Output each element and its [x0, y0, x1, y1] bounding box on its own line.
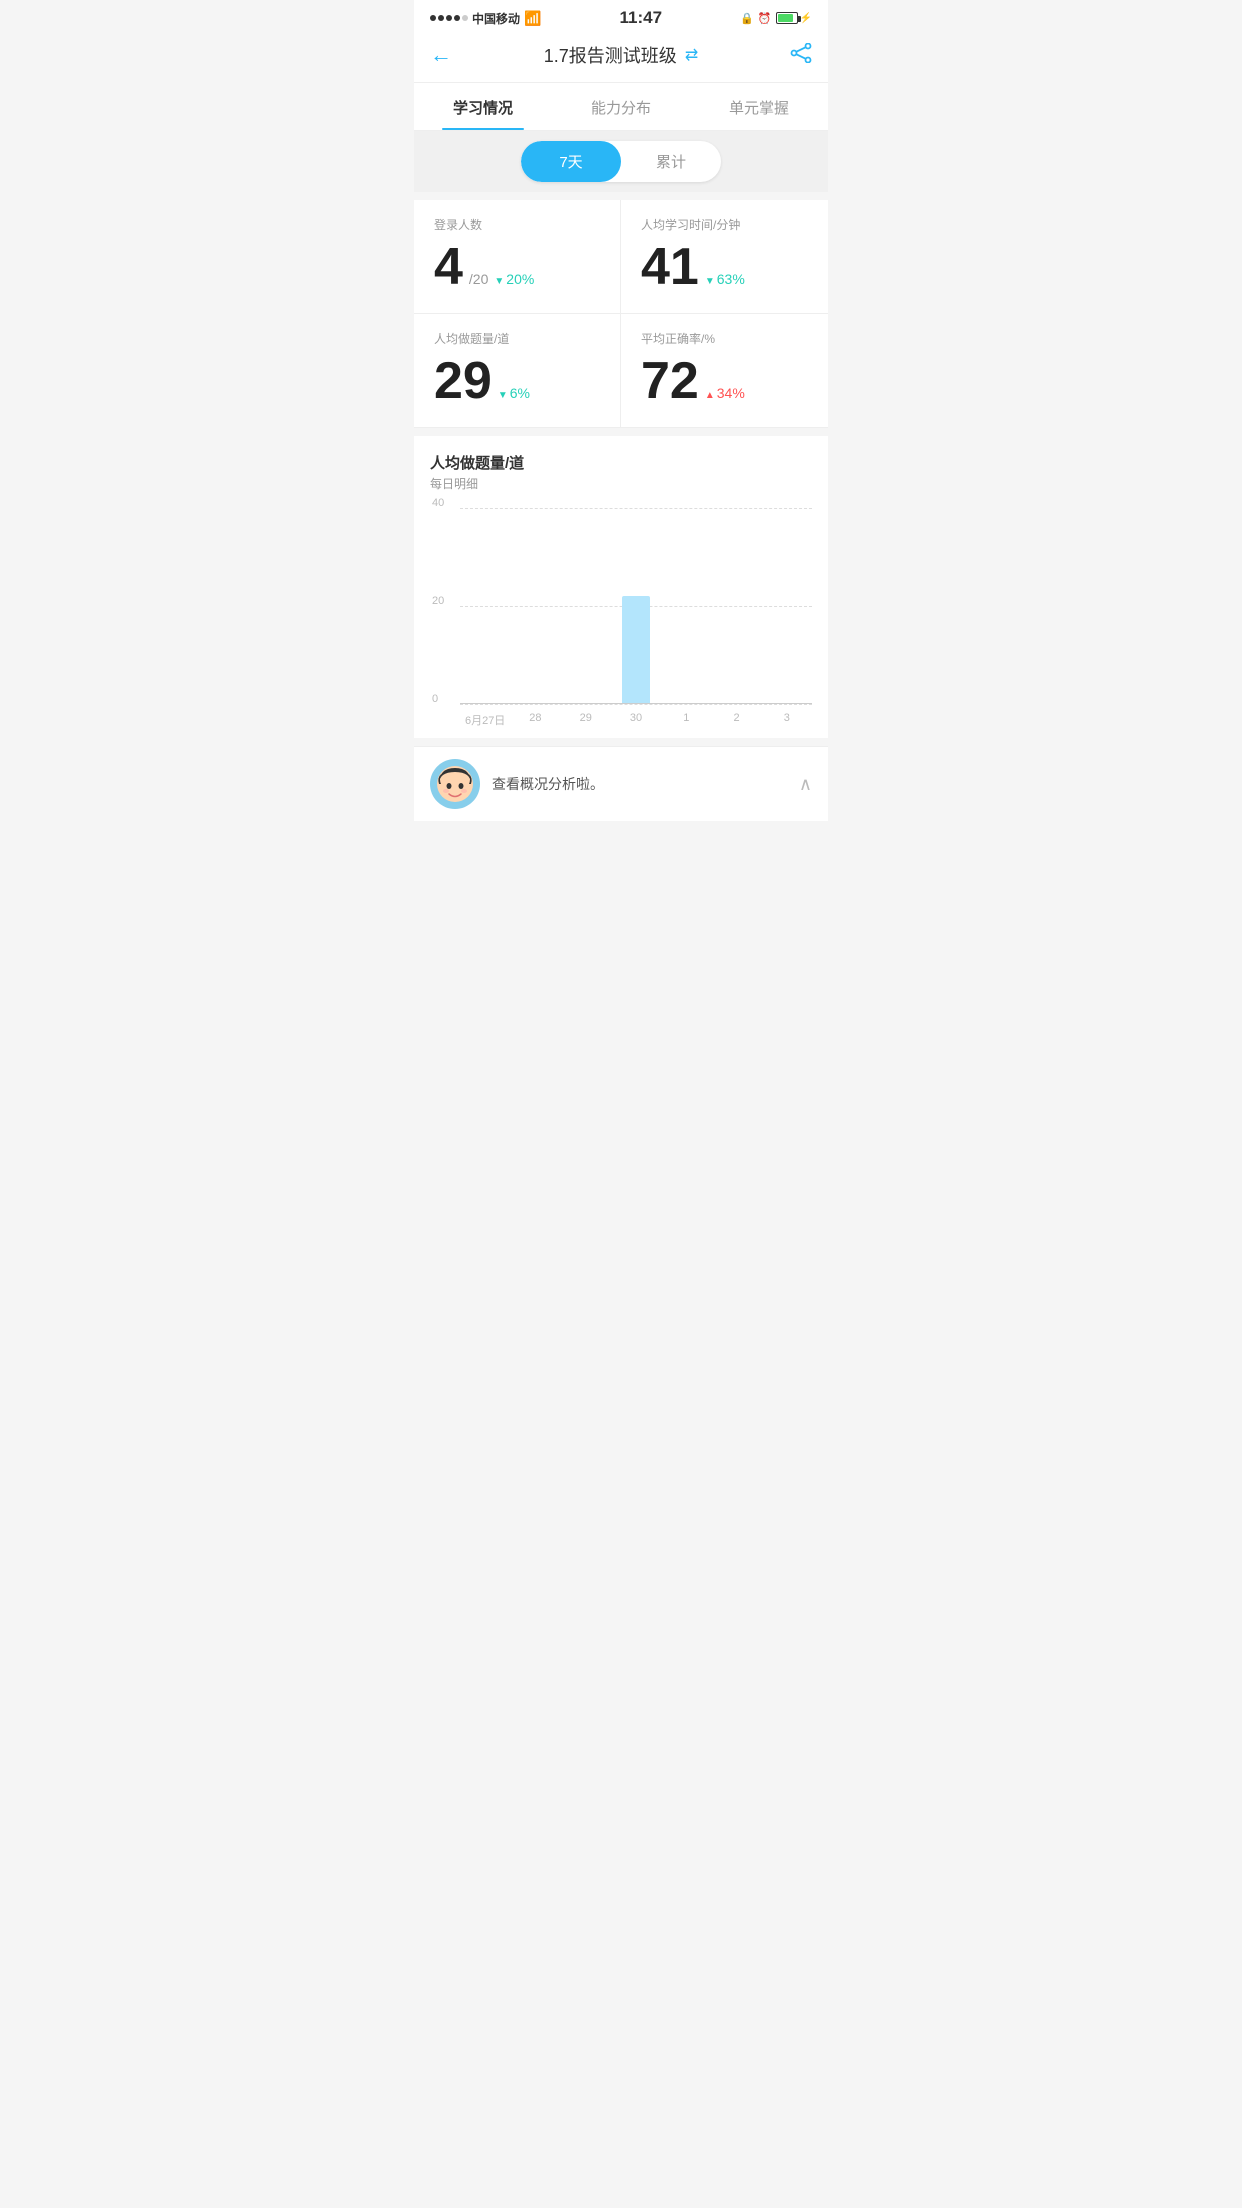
wifi-icon: 📶: [524, 10, 541, 27]
chart-section: 人均做题量/道 每日明细 40 20 0 6月27日282930123: [414, 436, 828, 738]
x-label-4: 1: [661, 712, 711, 728]
tab-ability-dist[interactable]: 能力分布: [552, 83, 690, 130]
page-title: 1.7报告测试班级 ⇄: [544, 42, 698, 68]
status-left: 中国移动 📶: [430, 10, 541, 27]
x-axis-labels: 6月27日282930123: [460, 712, 812, 728]
nav-header: ← 1.7报告测试班级 ⇄: [414, 32, 828, 83]
avatar: [430, 759, 480, 809]
axis-line: [460, 703, 812, 704]
x-label-6: 3: [762, 712, 812, 728]
chart-subtitle: 每日明细: [430, 475, 812, 492]
toggle-7days[interactable]: 7天: [521, 141, 621, 182]
shuffle-icon[interactable]: ⇄: [685, 45, 698, 65]
bar-column-1: [510, 508, 560, 704]
stat-questions: 人均做题量/道 29 6%: [414, 314, 621, 428]
chart-area: 40 20 0 6月27日282930123: [430, 508, 812, 728]
grid-label-20: 20: [432, 595, 444, 607]
stat-label-accuracy: 平均正确率/%: [641, 330, 808, 347]
stat-label-questions: 人均做题量/道: [434, 330, 600, 347]
bar-column-2: [561, 508, 611, 704]
stat-change-studytime: 63%: [705, 271, 745, 287]
lock-icon: 🔒: [740, 12, 754, 25]
bar-column-6: [762, 508, 812, 704]
toggle-cumulative[interactable]: 累计: [621, 141, 721, 182]
stat-label-login: 登录人数: [434, 216, 600, 233]
bottom-popup: 查看概况分析啦。 ∧: [414, 746, 828, 821]
collapse-button[interactable]: ∧: [799, 774, 812, 795]
carrier-label: 中国移动: [472, 10, 520, 27]
status-bar: 中国移动 📶 11:47 🔒 ⏰ ⚡: [414, 0, 828, 32]
share-button[interactable]: [790, 43, 812, 68]
x-label-2: 29: [561, 712, 611, 728]
battery-icon: ⚡: [776, 12, 812, 24]
bar-column-3: [611, 508, 661, 704]
stat-big-login: 4: [434, 241, 463, 293]
chart-title: 人均做题量/道: [430, 452, 812, 473]
stat-big-accuracy: 72: [641, 355, 699, 407]
stat-big-questions: 29: [434, 355, 492, 407]
x-label-0: 6月27日: [460, 712, 510, 728]
tab-unit-mastery[interactable]: 单元掌握: [690, 83, 828, 130]
stat-label-studytime: 人均学习时间/分钟: [641, 216, 808, 233]
bar-3: [622, 596, 650, 704]
bolt-icon: ⚡: [800, 13, 812, 24]
alarm-icon: ⏰: [758, 12, 772, 25]
bar-column-4: [661, 508, 711, 704]
stat-accuracy: 平均正确率/% 72 34%: [621, 314, 828, 428]
stat-change-accuracy: 34%: [705, 385, 745, 401]
arrow-down-questions: [498, 385, 508, 401]
stat-login-count: 登录人数 4 /20 20%: [414, 200, 621, 314]
popup-message: 查看概况分析啦。: [492, 774, 787, 794]
stat-big-studytime: 41: [641, 241, 699, 293]
x-label-3: 30: [611, 712, 661, 728]
tab-bar: 学习情况 能力分布 单元掌握: [414, 83, 828, 131]
x-label-5: 2: [711, 712, 761, 728]
stat-change-login: 20%: [494, 271, 534, 287]
tab-study-status[interactable]: 学习情况: [414, 83, 552, 130]
grid-label-40: 40: [432, 497, 444, 509]
bar-column-5: [711, 508, 761, 704]
arrow-down-studytime: [705, 271, 715, 287]
back-button[interactable]: ←: [430, 42, 452, 68]
arrow-down-login: [494, 271, 504, 287]
arrow-up-accuracy: [705, 385, 715, 401]
grid-line-0: 0: [460, 704, 812, 705]
grid-label-0: 0: [432, 693, 438, 705]
chart-bars: [460, 508, 812, 704]
toggle-section: 7天 累计: [414, 131, 828, 192]
stat-sub-login: /20: [469, 271, 488, 287]
time-display: 11:47: [620, 8, 663, 28]
stat-change-questions: 6%: [498, 385, 530, 401]
status-right: 🔒 ⏰ ⚡: [740, 12, 812, 25]
stats-grid: 登录人数 4 /20 20% 人均学习时间/分钟 41 63% 人均做题量/道 …: [414, 200, 828, 428]
bar-column-0: [460, 508, 510, 704]
stat-study-time: 人均学习时间/分钟 41 63%: [621, 200, 828, 314]
time-range-toggle: 7天 累计: [521, 141, 721, 182]
signal-dots: [430, 15, 468, 21]
title-text: 1.7报告测试班级: [544, 42, 677, 68]
x-label-1: 28: [510, 712, 560, 728]
